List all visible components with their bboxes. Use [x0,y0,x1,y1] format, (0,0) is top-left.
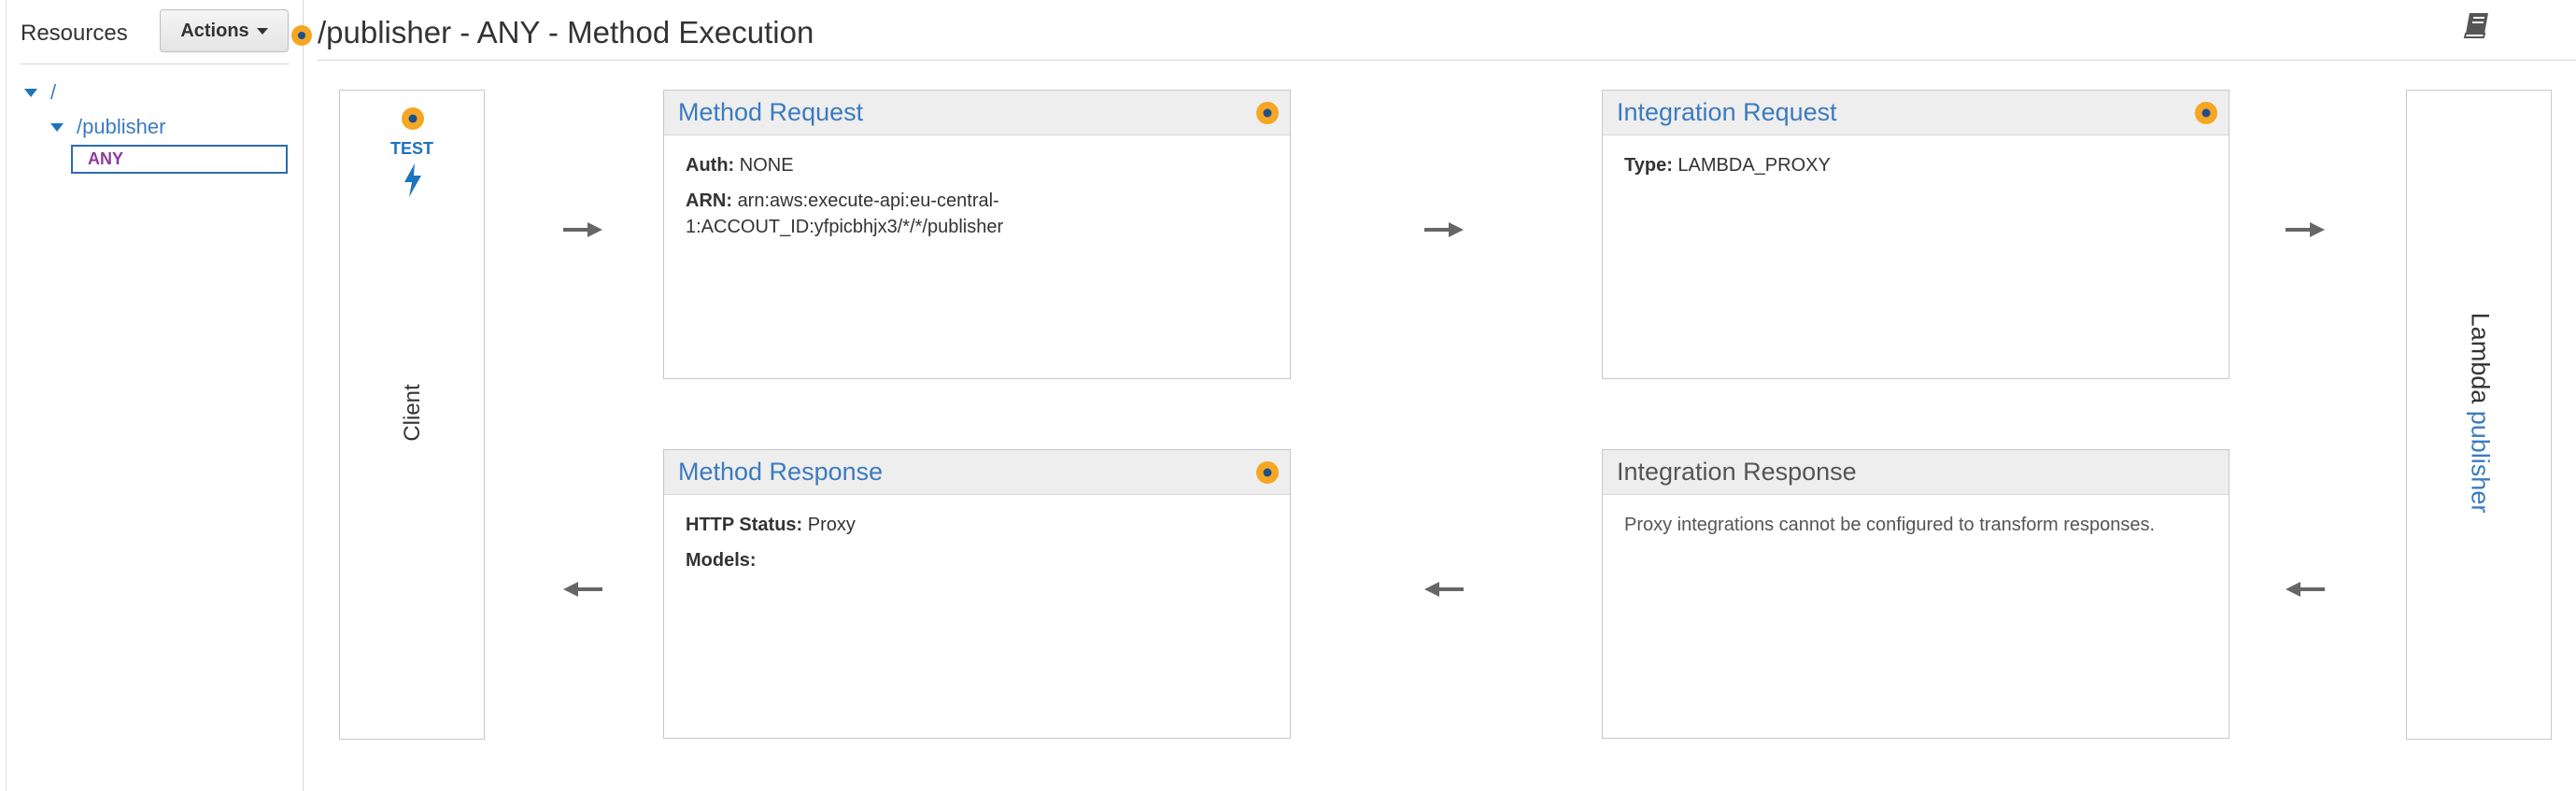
http-status-value: Proxy [807,515,856,535]
arn-value-line1: arn:aws:execute-api:eu-central- [737,191,999,211]
lambda-prefix: Lambda [2466,312,2495,404]
arn-label: ARN: [686,191,732,211]
page-title: /publisher - ANY - Method Execution [318,15,814,49]
method-response-panel: Method Response HTTP Status: Proxy Model… [663,449,1291,739]
lambda-function-link[interactable]: publisher [2467,411,2495,514]
type-label: Type: [1624,155,1673,176]
resources-panel: Resources Actions / /publisher ANY [0,0,304,791]
arrow-left-icon [563,582,602,597]
http-status-row: HTTP Status: Proxy [686,512,1268,538]
status-dot-icon [291,25,312,46]
status-dot-icon [402,107,424,130]
panel-edge-line [6,0,7,791]
header-divider [318,60,2576,61]
method-request-body: Auth: NONE ARN: arn:aws:execute-api:eu-c… [664,135,1290,240]
integration-request-header: Integration Request [1603,91,2229,135]
auth-row: Auth: NONE [686,152,1268,178]
method-request-title[interactable]: Method Request [678,98,863,127]
method-response-body: HTTP Status: Proxy Models: [664,495,1290,573]
caret-down-icon[interactable] [24,88,37,97]
integration-request-body: Type: LAMBDA_PROXY [1603,135,2229,178]
auth-value: NONE [739,155,794,176]
models-row: Models: [686,547,1268,573]
integration-request-title[interactable]: Integration Request [1617,98,1837,127]
auth-label: Auth: [686,155,735,176]
method-execution-page: Resources Actions / /publisher ANY /publ… [0,0,2576,791]
lambda-box: Lambda publisher [2406,90,2552,740]
book-icon[interactable] [2460,9,2494,41]
type-row: Type: LAMBDA_PROXY [1624,152,2207,178]
integration-response-body: Proxy integrations cannot be configured … [1603,495,2229,538]
tree-item-publisher[interactable]: /publisher [50,115,165,139]
actions-button-label: Actions [180,20,249,41]
client-label: Client [400,384,425,442]
integration-request-panel: Integration Request Type: LAMBDA_PROXY [1602,90,2229,379]
method-response-header: Method Response [664,450,1290,495]
method-response-title[interactable]: Method Response [678,458,883,487]
status-dot-icon [1256,461,1279,484]
tree-item-root-label[interactable]: / [50,80,56,105]
status-dot-icon [2195,102,2217,124]
integration-response-header: Integration Response [1603,450,2229,495]
arrow-left-icon [1424,582,1464,597]
models-label: Models: [686,550,757,571]
integration-response-title: Integration Response [1617,458,1857,486]
integration-response-note: Proxy integrations cannot be configured … [1624,515,2156,535]
method-request-panel: Method Request Auth: NONE ARN: arn:aws:e… [663,90,1291,379]
test-link[interactable]: TEST [340,139,484,159]
caret-down-icon[interactable] [50,122,64,132]
lambda-label: Lambda publisher [2466,313,2495,514]
resources-title: Resources [21,21,128,46]
lightning-icon[interactable] [400,162,426,199]
http-status-label: HTTP Status: [686,515,803,535]
client-box: TEST Client [339,90,485,740]
method-badge: ANY [88,149,124,168]
tree-item-method-any[interactable]: ANY [71,145,288,174]
arrow-right-icon [563,222,602,237]
arrow-left-icon [2286,582,2325,597]
method-request-header: Method Request [664,91,1290,135]
integration-response-panel: Integration Response Proxy integrations … [1602,449,2229,739]
type-value: LAMBDA_PROXY [1677,155,1831,176]
arn-value-line2: 1:ACCOUT_ID:yfpicbhjx3/*/*/publisher [686,217,1004,237]
status-dot-icon [1256,102,1279,124]
arn-row: ARN: arn:aws:execute-api:eu-central- 1:A… [686,188,1268,240]
arrow-right-icon [2286,222,2325,237]
tree-item-publisher-label[interactable]: /publisher [77,115,165,139]
arrow-right-icon [1424,222,1464,237]
actions-button[interactable]: Actions [160,9,289,52]
tree-item-root[interactable]: / [24,80,56,105]
caret-down-icon [256,27,268,35]
